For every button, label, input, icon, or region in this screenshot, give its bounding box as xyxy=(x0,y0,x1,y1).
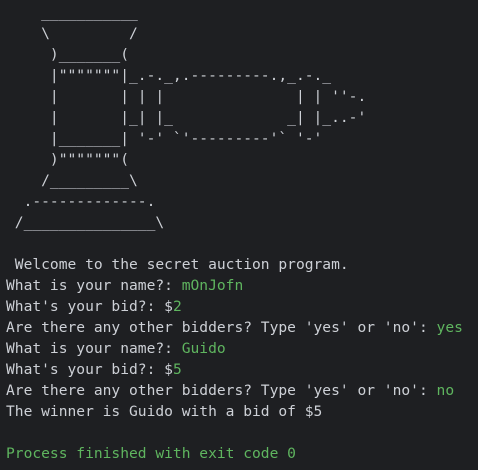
ascii-art-line: )_______( xyxy=(6,46,130,63)
bid-prompt-line: What's your bid?: $2 xyxy=(6,296,478,317)
ascii-gavel-art: ___________ \ / )_______( |"""""""|_.-._… xyxy=(6,2,478,233)
welcome-message: Welcome to the secret auction program. xyxy=(6,256,349,273)
ascii-art-line: .-------------. xyxy=(6,193,156,210)
ascii-art-line: \ / xyxy=(6,25,138,42)
more-bidders-input-value: no xyxy=(436,382,455,399)
winner-result: The winner is Guido with a bid of $5 xyxy=(6,403,323,420)
bid-prompt-text: What's your bid?: $ xyxy=(6,298,173,315)
ascii-art-line: | |_| |_ _| |_..-' xyxy=(6,109,367,126)
ascii-art-line: /_________\ xyxy=(6,172,138,189)
ascii-art-line: |_______| '-' `'---------'` '-' xyxy=(6,130,323,147)
name-input-value: mOnJofn xyxy=(181,277,244,294)
more-bidders-prompt-text: Are there any other bidders? Type 'yes' … xyxy=(6,382,437,399)
name-prompt-text: What is your name?: xyxy=(6,277,182,294)
bid-input-value: 5 xyxy=(172,361,182,378)
name-prompt-line: What is your name?: Guido xyxy=(6,338,478,359)
process-exit-message: Process finished with exit code 0 xyxy=(6,445,296,462)
bid-prompt-line: What's your bid?: $5 xyxy=(6,359,478,380)
more-bidders-input-value: yes xyxy=(436,319,463,336)
name-prompt-text: What is your name?: xyxy=(6,340,182,357)
ascii-art-line: /_______________\ xyxy=(6,214,165,231)
ascii-art-line: |"""""""|_.-._,.---------.,_.-._ xyxy=(6,67,332,84)
more-bidders-prompt-text: Are there any other bidders? Type 'yes' … xyxy=(6,319,437,336)
ascii-art-line: | | | | | | ''-. xyxy=(6,88,367,105)
bid-input-value: 2 xyxy=(172,298,182,315)
bid-prompt-text: What's your bid?: $ xyxy=(6,361,173,378)
more-bidders-prompt-line: Are there any other bidders? Type 'yes' … xyxy=(6,380,478,401)
more-bidders-prompt-line: Are there any other bidders? Type 'yes' … xyxy=(6,317,478,338)
ascii-art-line: )"""""""( xyxy=(6,151,130,168)
name-prompt-line: What is your name?: mOnJofn xyxy=(6,275,478,296)
ascii-art-line: ___________ xyxy=(6,4,138,21)
name-input-value: Guido xyxy=(181,340,226,357)
run-console-output[interactable]: ___________ \ / )_______( |"""""""|_.-._… xyxy=(0,0,478,470)
